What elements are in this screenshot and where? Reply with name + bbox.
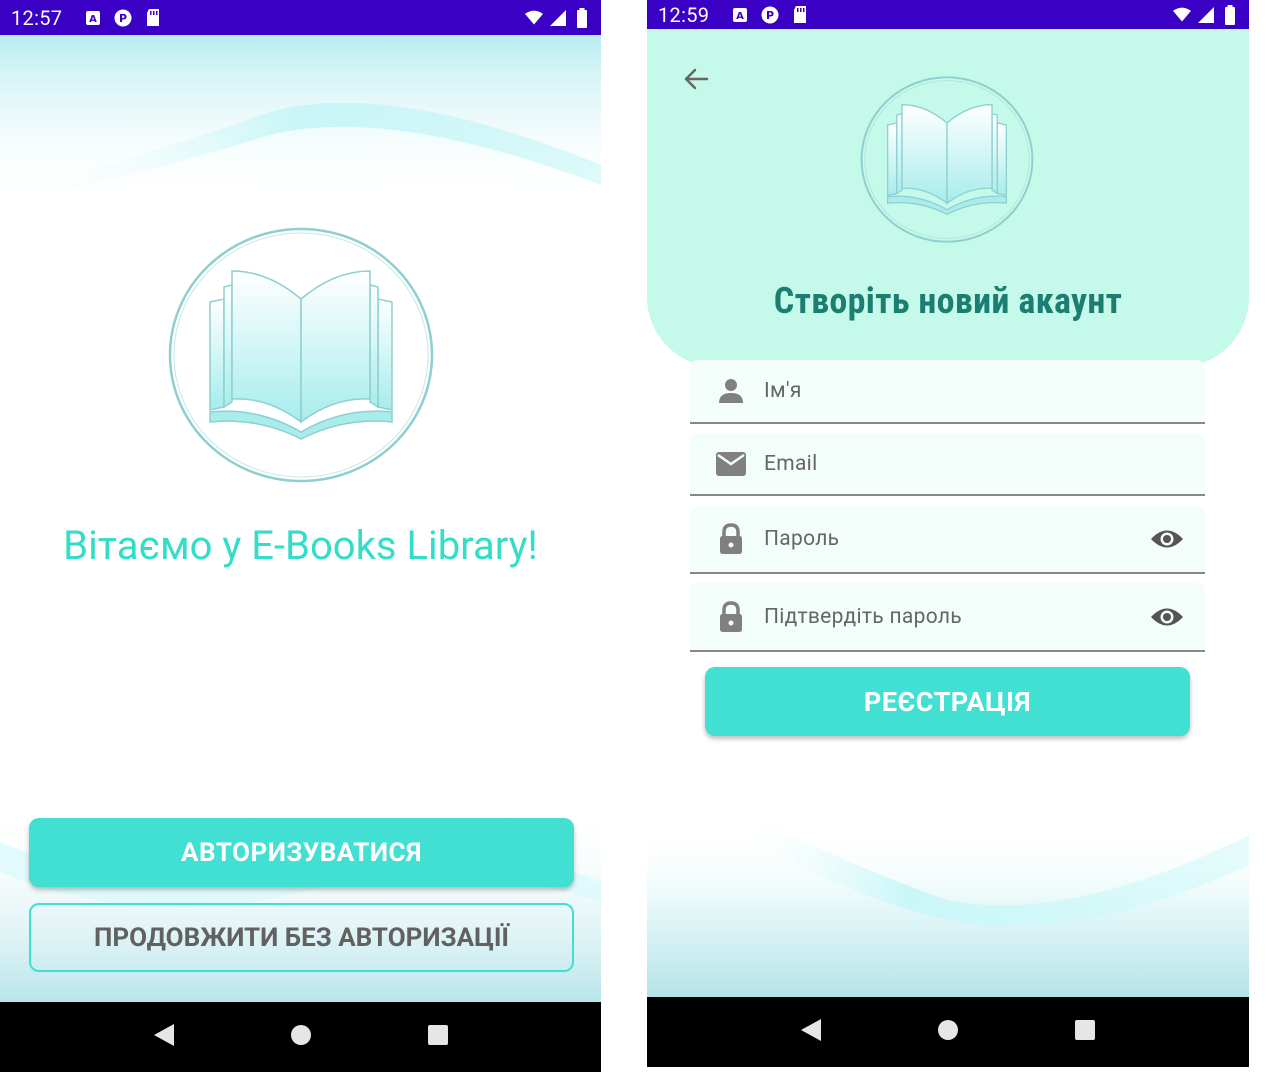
person-icon [714, 374, 748, 408]
confirm-password-field[interactable]: Підтвердіть пароль [690, 583, 1205, 652]
home-circle-icon[interactable] [937, 1019, 959, 1045]
sd-card-icon [791, 6, 809, 24]
login-button[interactable]: Авторизуватися [29, 818, 574, 887]
name-field[interactable]: Ім'я [690, 360, 1205, 424]
back-triangle-icon[interactable] [153, 1023, 175, 1051]
decorative-wave-top [0, 35, 601, 205]
battery-icon [573, 7, 591, 28]
book-logo-icon [168, 227, 434, 483]
welcome-title: Вітаємо у E-Books Library! [63, 522, 538, 569]
signal-icon [549, 9, 567, 27]
svg-text:P: P [766, 9, 774, 22]
decorative-wave-bottom [647, 805, 1249, 997]
notification-p-icon: P [114, 9, 132, 27]
eye-icon[interactable] [1149, 521, 1185, 557]
recents-square-icon[interactable] [427, 1024, 449, 1050]
register-screen: Створіть новий акаунт 12:59 A P Ім'я Ema… [647, 0, 1249, 1067]
navigation-bar [647, 997, 1249, 1067]
name-field-placeholder: Ім'я [764, 379, 802, 403]
sd-card-icon [144, 9, 162, 27]
eye-icon[interactable] [1149, 599, 1185, 635]
status-bar: 12:57 A P [0, 0, 601, 35]
lock-icon [714, 522, 748, 556]
register-title: Створіть новий акаунт [773, 280, 1123, 322]
notification-p-icon: P [761, 6, 779, 24]
status-time: 12:59 [658, 2, 710, 27]
home-circle-icon[interactable] [290, 1024, 312, 1050]
notification-a-icon: A [84, 9, 102, 27]
status-bar: 12:59 A P [647, 0, 1249, 29]
wifi-icon [525, 9, 543, 27]
lock-icon [714, 600, 748, 634]
welcome-screen: 12:57 A P Вітаємо у E-Books Library! АВТ… [0, 0, 601, 1072]
email-icon [714, 447, 748, 481]
notification-a-icon: A [731, 6, 749, 24]
back-triangle-icon[interactable] [800, 1018, 822, 1046]
book-logo-icon [860, 76, 1034, 243]
recents-square-icon[interactable] [1074, 1019, 1096, 1045]
svg-text:A: A [89, 14, 97, 25]
svg-text:P: P [119, 12, 127, 25]
status-time: 12:57 [11, 5, 63, 30]
battery-icon [1221, 4, 1239, 25]
continue-without-login-button[interactable]: Продовжити без авторизації [29, 903, 574, 972]
email-field[interactable]: Email [690, 433, 1205, 496]
signal-icon [1197, 6, 1215, 24]
header-card: Створіть новий акаунт [647, 29, 1249, 367]
wifi-icon [1173, 6, 1191, 24]
confirm-password-field-placeholder: Підтвердіть пароль [764, 604, 962, 629]
navigation-bar [0, 1002, 601, 1072]
svg-text:A: A [736, 11, 744, 22]
back-arrow-icon[interactable] [681, 64, 711, 94]
email-field-placeholder: Email [764, 451, 818, 476]
register-button[interactable]: Реєстрація [705, 667, 1190, 736]
password-field[interactable]: Пароль [690, 506, 1205, 574]
password-field-placeholder: Пароль [764, 527, 840, 551]
